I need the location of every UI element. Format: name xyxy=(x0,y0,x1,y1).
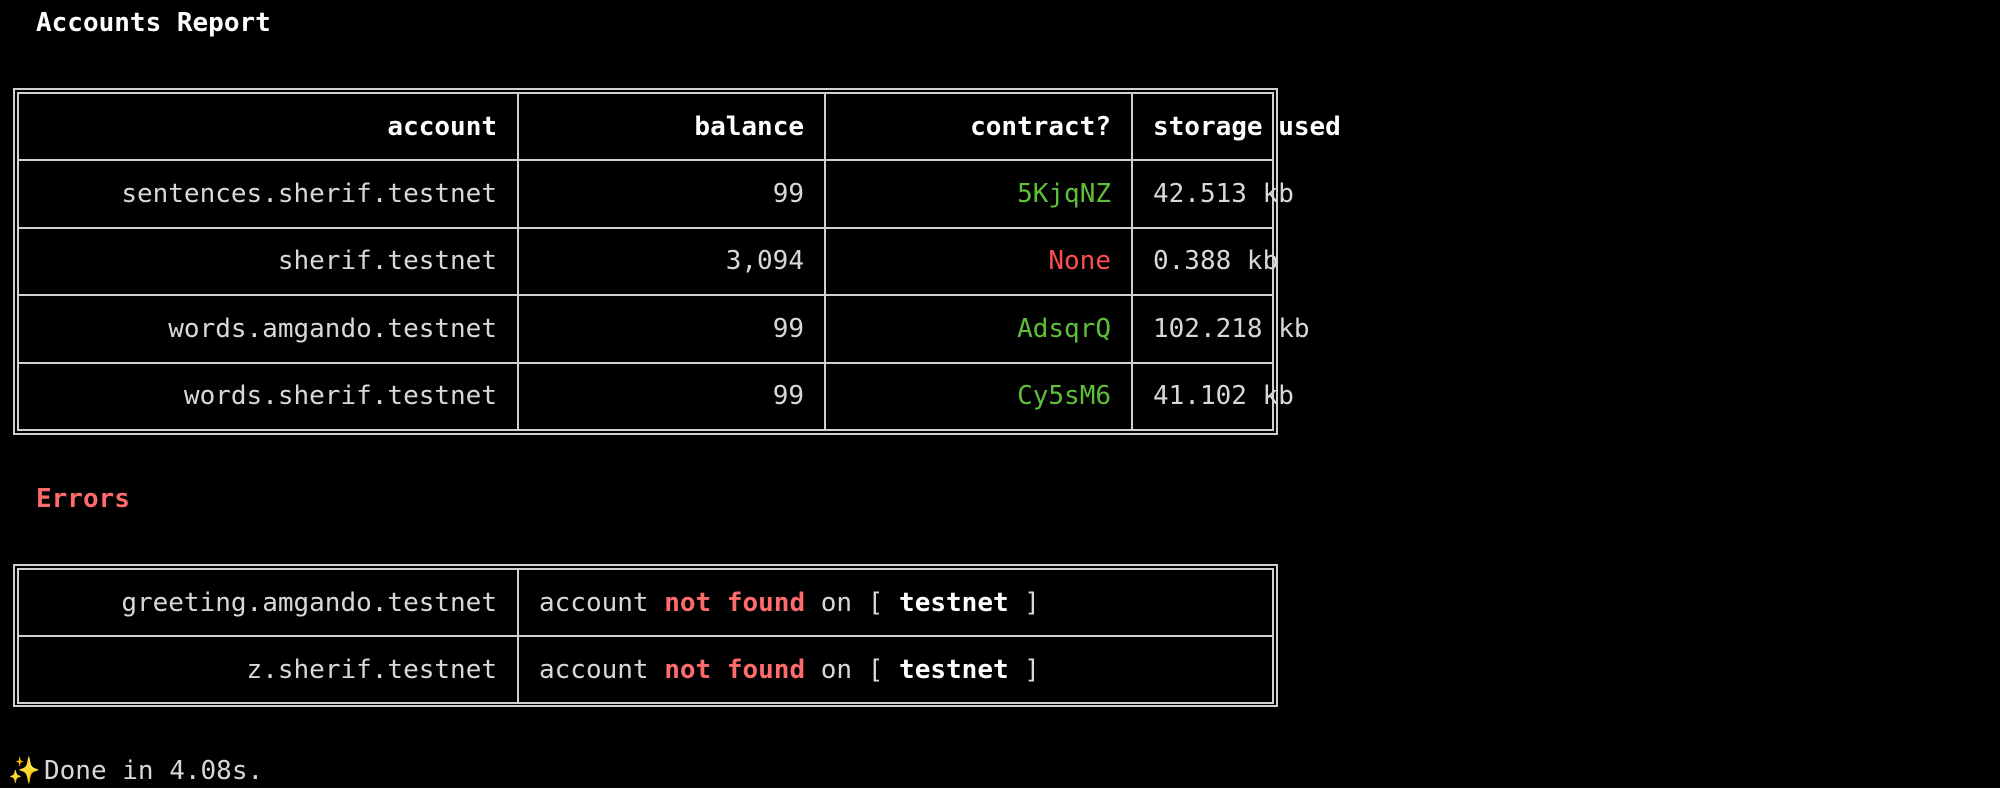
error-message-mid: on [ xyxy=(805,587,900,618)
balance-cell: 99 xyxy=(517,159,826,229)
report-title: Accounts Report xyxy=(36,8,271,38)
error-message-cell: account not found on [ testnet ] xyxy=(517,568,1274,637)
error-message-highlight: not found xyxy=(664,654,806,685)
header-account: account xyxy=(17,92,519,161)
accounts-table: account balance contract? storage used s… xyxy=(17,92,1341,431)
error-account-cell: z.sherif.testnet xyxy=(17,635,519,704)
error-message-prefix: account xyxy=(539,587,665,618)
header-storage: storage used xyxy=(1131,92,1341,161)
table-row: words.amgando.testnet 99 AdsqrQ 102.218 … xyxy=(17,294,1310,364)
table-row: sentences.sherif.testnet 99 5KjqNZ 42.51… xyxy=(17,159,1294,229)
error-row: z.sherif.testnet account not found on [ … xyxy=(17,635,1274,704)
errors-title: Errors xyxy=(36,484,130,514)
error-row: greeting.amgando.testnet account not fou… xyxy=(17,568,1274,637)
contract-cell: None xyxy=(824,226,1133,296)
accounts-table-frame: account balance contract? storage used s… xyxy=(13,88,1341,435)
balance-cell: 99 xyxy=(517,294,826,364)
table-header-row: account balance contract? storage used xyxy=(17,92,1341,161)
contract-cell: Cy5sM6 xyxy=(824,361,1133,431)
account-cell: words.sherif.testnet xyxy=(17,361,519,431)
storage-cell: 0.388 kb xyxy=(1131,226,1278,296)
header-contract: contract? xyxy=(824,92,1133,161)
balance-cell: 3,094 xyxy=(517,226,826,296)
account-cell: sentences.sherif.testnet xyxy=(17,159,519,229)
done-message: Done in 4.08s. xyxy=(44,756,264,786)
error-message-suffix: ] xyxy=(1008,587,1040,618)
account-cell: sherif.testnet xyxy=(17,226,519,296)
error-message-highlight: not found xyxy=(664,587,806,618)
error-message-suffix: ] xyxy=(1008,654,1040,685)
error-message-mid: on [ xyxy=(805,654,900,685)
sparkles-icon: ✨ xyxy=(8,756,41,786)
error-message-prefix: account xyxy=(539,654,665,685)
account-cell: words.amgando.testnet xyxy=(17,294,519,364)
storage-cell: 41.102 kb xyxy=(1131,361,1294,431)
storage-cell: 102.218 kb xyxy=(1131,294,1310,364)
table-row: words.sherif.testnet 99 Cy5sM6 41.102 kb xyxy=(17,361,1294,431)
error-network: testnet xyxy=(899,654,1009,685)
errors-table-frame: greeting.amgando.testnet account not fou… xyxy=(13,564,1278,707)
header-balance: balance xyxy=(517,92,826,161)
errors-table: greeting.amgando.testnet account not fou… xyxy=(17,568,1274,704)
error-message-cell: account not found on [ testnet ] xyxy=(517,635,1274,704)
balance-cell: 99 xyxy=(517,361,826,431)
error-network: testnet xyxy=(899,587,1009,618)
contract-cell: 5KjqNZ xyxy=(824,159,1133,229)
table-row: sherif.testnet 3,094 None 0.388 kb xyxy=(17,226,1278,296)
storage-cell: 42.513 kb xyxy=(1131,159,1294,229)
error-account-cell: greeting.amgando.testnet xyxy=(17,568,519,637)
status-footer: ✨ Done in 4.08s. xyxy=(8,756,263,786)
contract-cell: AdsqrQ xyxy=(824,294,1133,364)
